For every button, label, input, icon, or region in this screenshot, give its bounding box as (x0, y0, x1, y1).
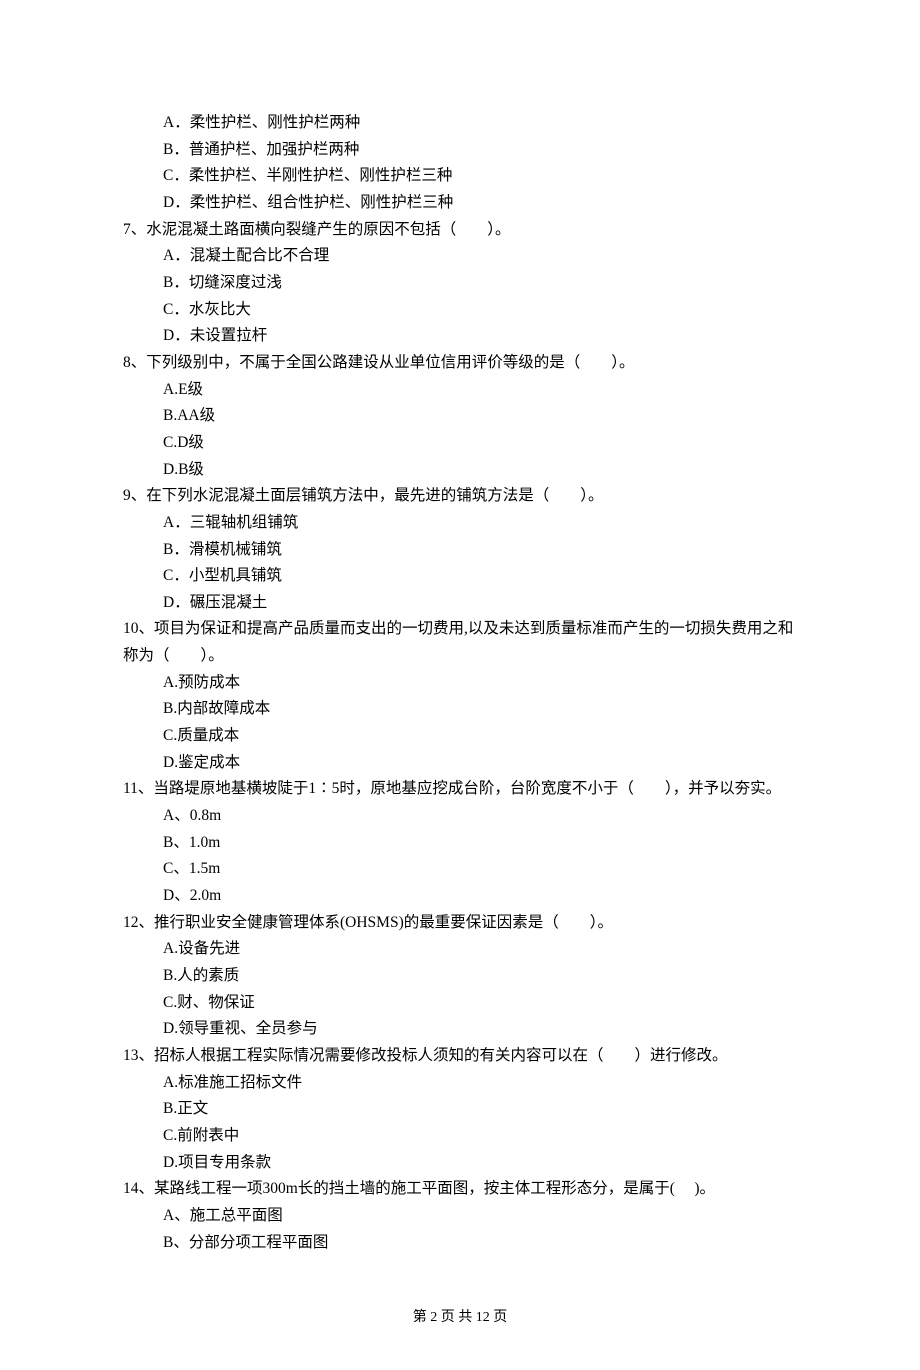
q14-option-a: A、施工总平面图 (123, 1203, 797, 1230)
q8-option-b: B.AA级 (123, 403, 797, 430)
q13-text: 13、招标人根据工程实际情况需要修改投标人须知的有关内容可以在（ ）进行修改。 (123, 1043, 797, 1070)
q6-option-b: B．普通护栏、加强护栏两种 (123, 137, 797, 164)
q10-option-d: D.鉴定成本 (123, 750, 797, 777)
q8-option-a: A.E级 (123, 377, 797, 404)
q10-option-b: B.内部故障成本 (123, 696, 797, 723)
q12-option-b: B.人的素质 (123, 963, 797, 990)
q7-option-a: A．混凝土配合比不合理 (123, 243, 797, 270)
q7-text: 7、水泥混凝土路面横向裂缝产生的原因不包括（ ）。 (123, 217, 797, 244)
q6-option-d: D．柔性护栏、组合性护栏、刚性护栏三种 (123, 190, 797, 217)
document-page: A．柔性护栏、刚性护栏两种 B．普通护栏、加强护栏两种 C．柔性护栏、半刚性护栏… (0, 0, 920, 1370)
q12-option-d: D.领导重视、全员参与 (123, 1016, 797, 1043)
q7-option-d: D．未设置拉杆 (123, 323, 797, 350)
q9-text: 9、在下列水泥混凝土面层铺筑方法中，最先进的铺筑方法是（ ）。 (123, 483, 797, 510)
q8-option-c: C.D级 (123, 430, 797, 457)
q13-option-a: A.标准施工招标文件 (123, 1070, 797, 1097)
q10-text: 10、项目为保证和提高产品质量而支出的一切费用,以及未达到质量标准而产生的一切损… (123, 616, 797, 669)
q9-option-a: A．三辊轴机组铺筑 (123, 510, 797, 537)
q12-option-c: C.财、物保证 (123, 990, 797, 1017)
q7-option-c: C．水灰比大 (123, 297, 797, 324)
q11-option-d: D、2.0m (123, 883, 797, 910)
q11-text: 11、当路堤原地基横坡陡于1∶5时，原地基应挖成台阶，台阶宽度不小于（ ），并予… (123, 776, 797, 803)
q8-option-d: D.B级 (123, 457, 797, 484)
q7-option-b: B．切缝深度过浅 (123, 270, 797, 297)
q11-option-a: A、0.8m (123, 803, 797, 830)
q9-option-b: B．滑模机械铺筑 (123, 537, 797, 564)
q11-option-c: C、1.5m (123, 856, 797, 883)
q12-text: 12、推行职业安全健康管理体系(OHSMS)的最重要保证因素是（ ）。 (123, 910, 797, 937)
page-footer: 第 2 页 共 12 页 (123, 1306, 797, 1330)
q13-option-d: D.项目专用条款 (123, 1150, 797, 1177)
q8-text: 8、下列级别中，不属于全国公路建设从业单位信用评价等级的是（ ）。 (123, 350, 797, 377)
q10-option-c: C.质量成本 (123, 723, 797, 750)
q14-option-b: B、分部分项工程平面图 (123, 1230, 797, 1257)
q13-option-b: B.正文 (123, 1096, 797, 1123)
q12-option-a: A.设备先进 (123, 936, 797, 963)
q6-option-a: A．柔性护栏、刚性护栏两种 (123, 110, 797, 137)
q13-option-c: C.前附表中 (123, 1123, 797, 1150)
q10-option-a: A.预防成本 (123, 670, 797, 697)
q9-option-c: C．小型机具铺筑 (123, 563, 797, 590)
q11-option-b: B、1.0m (123, 830, 797, 857)
q14-text: 14、某路线工程一项300m长的挡土墙的施工平面图，按主体工程形态分，是属于( … (123, 1176, 797, 1203)
q9-option-d: D．碾压混凝土 (123, 590, 797, 617)
q6-option-c: C．柔性护栏、半刚性护栏、刚性护栏三种 (123, 163, 797, 190)
